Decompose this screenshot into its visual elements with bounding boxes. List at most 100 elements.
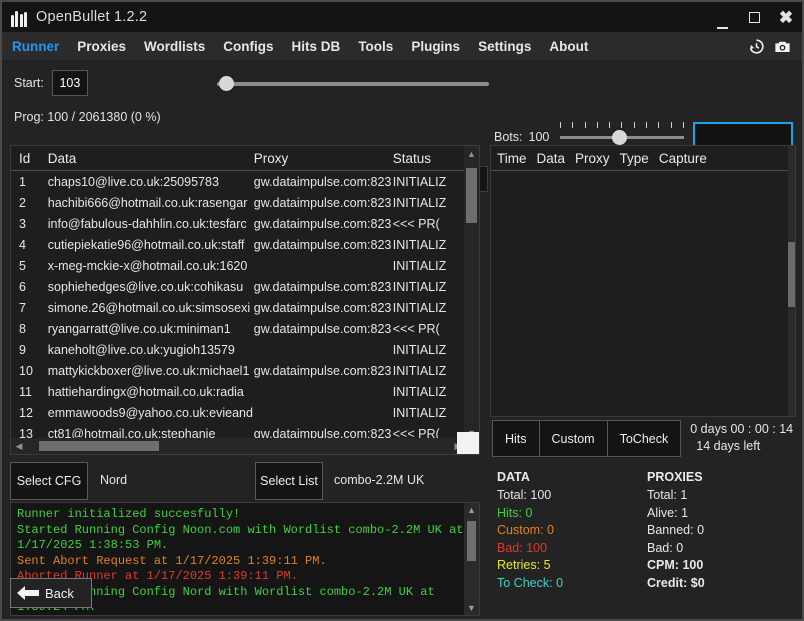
scrollbar-corner	[457, 432, 479, 454]
column-header-type[interactable]: Type	[620, 151, 649, 166]
table-row[interactable]: 1 chaps10@live.co.uk:25095783 gw.dataimp…	[11, 171, 479, 192]
start-input[interactable]: 103	[52, 70, 88, 96]
maximize-button[interactable]	[738, 2, 770, 32]
stat-label: To Check:	[497, 576, 553, 590]
table-row[interactable]: 4 cutiepiekatie96@hotmail.co.uk:staff gw…	[11, 234, 479, 255]
table-row[interactable]: 11 hattiehardingx@hotmail.co.uk:radia IN…	[11, 381, 479, 402]
log-line: Sent Abort Request at 1/17/2025 1:39:11 …	[17, 554, 473, 570]
elapsed-time: 0 days 00 : 00 : 14	[690, 421, 793, 438]
bots-slider-ticks-top	[560, 122, 684, 128]
column-header-data[interactable]: Data	[48, 151, 254, 166]
camera-icon[interactable]	[773, 37, 792, 56]
cell-id: 4	[11, 238, 48, 252]
stat-proxies-alive: Alive: 1	[647, 506, 797, 520]
history-icon[interactable]	[747, 37, 766, 56]
hits-tab-bar: Hits Custom ToCheck 0 days 00 : 00 : 14 …	[492, 420, 793, 457]
column-header-data[interactable]: Data	[537, 151, 566, 166]
data-grid-horizontal-scrollbar[interactable]: ◀ ▶	[11, 438, 466, 454]
table-row[interactable]: 2 hachibi666@hotmail.co.uk:rasengar gw.d…	[11, 192, 479, 213]
cell-id: 5	[11, 259, 48, 273]
hits-grid-scrollbar[interactable]	[788, 146, 795, 416]
close-icon: ✖	[779, 9, 793, 26]
select-list-button[interactable]: Select List	[255, 462, 323, 500]
window-title: OpenBullet 1.2.2	[36, 9, 147, 25]
column-header-time[interactable]: Time	[497, 151, 527, 166]
stat-proxies-cpm: CPM: 100	[647, 558, 797, 572]
column-header-proxy[interactable]: Proxy	[575, 151, 610, 166]
menu-item-plugins[interactable]: Plugins	[411, 39, 460, 54]
stat-label: Total:	[647, 488, 677, 502]
tab-custom[interactable]: Custom	[539, 420, 608, 457]
cell-data: chaps10@live.co.uk:25095783	[48, 175, 254, 189]
runner-controls: Start: 103 Prog: 100 / 2061380 (0 %) Bot…	[2, 60, 802, 138]
start-slider[interactable]	[217, 76, 489, 90]
close-button[interactable]: ✖	[770, 2, 802, 32]
cell-data: emmawoods9@yahoo.co.uk:evieand	[48, 406, 254, 420]
cell-data: x-meg-mckie-x@hotmail.co.uk:1620	[48, 259, 254, 273]
tab-hits[interactable]: Hits	[492, 420, 540, 457]
log-scrollbar[interactable]: ▲ ▼	[464, 503, 479, 615]
app-logo-icon	[8, 7, 30, 27]
menu-item-configs[interactable]: Configs	[223, 39, 273, 54]
menu-item-hits-db[interactable]: Hits DB	[292, 39, 341, 54]
horizontal-scroll-thumb[interactable]	[39, 441, 159, 451]
data-grid: Id Data Proxy Status 1 chaps10@live.co.u…	[10, 145, 480, 455]
arrow-left-icon	[15, 584, 41, 602]
stat-data-retries: Retries: 5	[497, 558, 647, 572]
column-header-proxy[interactable]: Proxy	[254, 151, 393, 166]
cell-proxy: gw.dataimpulse.com:823	[254, 280, 393, 294]
menu-item-runner[interactable]: Runner	[12, 39, 59, 54]
start-label: Start:	[14, 76, 44, 90]
cell-id: 9	[11, 343, 48, 357]
hits-grid: Time Data Proxy Type Capture	[490, 145, 796, 417]
cell-id: 10	[11, 364, 48, 378]
scroll-up-icon[interactable]: ▲	[464, 503, 479, 517]
vertical-scroll-thumb[interactable]	[466, 168, 477, 223]
openbullet-window: OpenBullet 1.2.2 ✖ Runner Proxies Wordli…	[0, 0, 804, 621]
stat-label: Bad:	[497, 541, 523, 555]
stat-proxies-banned: Banned: 0	[647, 523, 797, 537]
stat-value: 0	[525, 506, 532, 520]
select-cfg-button[interactable]: Select CFG	[10, 462, 88, 500]
stats-proxies-column: PROXIES Total: 1 Alive: 1 Banned: 0 Bad:…	[647, 470, 797, 593]
stat-label: Custom:	[497, 523, 544, 537]
scroll-left-icon[interactable]: ◀	[11, 441, 27, 452]
menu-item-tools[interactable]: Tools	[358, 39, 393, 54]
stat-value: 0	[547, 523, 554, 537]
cell-id: 7	[11, 301, 48, 315]
stat-value: 100	[530, 488, 551, 502]
table-row[interactable]: 10 mattykickboxer@live.co.uk:michael1 gw…	[11, 360, 479, 381]
tab-tocheck[interactable]: ToCheck	[607, 420, 682, 457]
table-row[interactable]: 12 emmawoods9@yahoo.co.uk:evieand INITIA…	[11, 402, 479, 423]
cell-proxy: gw.dataimpulse.com:823	[254, 217, 393, 231]
data-grid-vertical-scrollbar[interactable]: ▲ ▼	[464, 146, 479, 440]
scroll-down-icon[interactable]: ▼	[464, 601, 479, 615]
column-header-capture[interactable]: Capture	[659, 151, 707, 166]
table-row[interactable]: 5 x-meg-mckie-x@hotmail.co.uk:1620 INITI…	[11, 255, 479, 276]
license-remaining: 14 days left	[690, 438, 793, 455]
table-row[interactable]: 6 sophiehedges@live.co.uk:cohikasu gw.da…	[11, 276, 479, 297]
minimize-button[interactable]	[706, 0, 738, 36]
back-button[interactable]: Back	[10, 578, 92, 608]
table-row[interactable]: 3 info@fabulous-dahhlin.co.uk:tesfarc gw…	[11, 213, 479, 234]
table-row[interactable]: 9 kaneholt@live.co.uk:yugioh13579 INITIA…	[11, 339, 479, 360]
table-row[interactable]: 8 ryangarratt@live.co.uk:miniman1 gw.dat…	[11, 318, 479, 339]
log-scroll-thumb[interactable]	[467, 521, 476, 561]
menu-item-wordlists[interactable]: Wordlists	[144, 39, 205, 54]
menu-item-about[interactable]: About	[549, 39, 588, 54]
menu-item-settings[interactable]: Settings	[478, 39, 531, 54]
menu-item-proxies[interactable]: Proxies	[77, 39, 126, 54]
cell-proxy: gw.dataimpulse.com:823	[254, 301, 393, 315]
start-slider-knob[interactable]	[219, 76, 234, 91]
hits-scroll-thumb[interactable]	[788, 242, 795, 307]
scroll-up-icon[interactable]: ▲	[464, 146, 479, 161]
stat-label: Bad:	[647, 541, 673, 555]
data-grid-header: Id Data Proxy Status	[11, 146, 479, 171]
column-header-id[interactable]: Id	[11, 151, 48, 166]
selector-row: Select CFG Nord Select List combo-2.2M U…	[10, 462, 480, 500]
menu-icon-group	[747, 37, 802, 56]
cell-id: 2	[11, 196, 48, 210]
table-row[interactable]: 7 simone.26@hotmail.co.uk:simsosexi gw.d…	[11, 297, 479, 318]
main-menu-bar: Runner Proxies Wordlists Configs Hits DB…	[2, 32, 802, 60]
cell-proxy: gw.dataimpulse.com:823	[254, 196, 393, 210]
